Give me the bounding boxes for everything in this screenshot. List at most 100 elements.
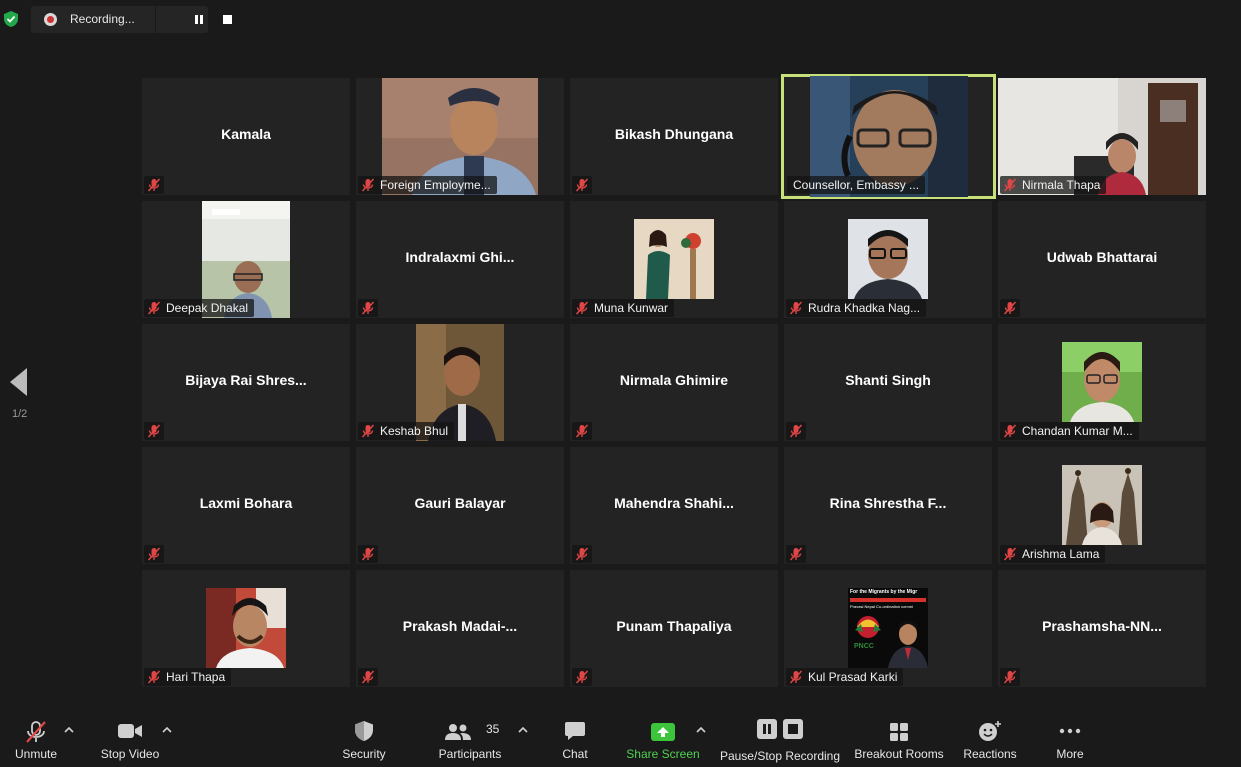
video-options-caret-icon[interactable] <box>161 724 173 736</box>
participant-tile[interactable]: Kamala <box>142 78 350 195</box>
mute-status <box>144 176 164 194</box>
participant-name: Prashamsha-NN... <box>1042 618 1162 634</box>
share-screen-button[interactable]: Share Screen <box>625 710 701 767</box>
participant-tile[interactable]: Punam Thapaliya <box>570 570 778 687</box>
more-label: More <box>1056 747 1084 761</box>
participant-tile[interactable]: Bikash Dhungana <box>570 78 778 195</box>
participants-button[interactable]: Participants <box>436 710 504 767</box>
participant-tile[interactable]: Nirmala Ghimire <box>570 324 778 441</box>
pause-recording-icon[interactable] <box>195 15 204 24</box>
nameplate: Chandan Kumar M... <box>1000 422 1139 440</box>
participant-name: Bikash Dhungana <box>614 126 734 142</box>
participant-name: Rudra Khadka Nag... <box>808 301 921 315</box>
participant-tile[interactable]: Hari Thapa <box>142 570 350 687</box>
muted-mic-icon <box>147 178 161 192</box>
participants-icon <box>444 724 471 740</box>
security-shield-icon <box>355 721 373 741</box>
muted-mic-icon <box>361 301 375 315</box>
stop-recording-icon[interactable] <box>223 15 232 24</box>
unmute-button[interactable]: Unmute <box>5 710 67 767</box>
breakout-rooms-button[interactable]: Breakout Rooms <box>852 710 946 767</box>
participant-tile[interactable]: Laxmi Bohara <box>142 447 350 564</box>
page-indicator: 1/2 <box>12 408 28 420</box>
participant-name: Kamala <box>221 126 271 142</box>
participant-tile[interactable]: Arishma Lama <box>998 447 1206 564</box>
pause-stop-icon <box>757 719 803 739</box>
nameplate: Counsellor, Embassy ... <box>787 176 926 194</box>
chat-button[interactable]: Chat <box>552 710 598 767</box>
participants-options-caret-icon[interactable] <box>517 724 529 736</box>
encryption-shield-icon[interactable] <box>3 10 19 28</box>
pause-stop-recording-button[interactable]: Pause/Stop Recording <box>717 710 843 767</box>
muted-mic-icon <box>789 424 803 438</box>
meeting-toolbar: Unmute Stop Video Security Participants … <box>0 710 1241 767</box>
muted-mic-icon <box>789 670 803 684</box>
share-screen-icon <box>651 723 675 741</box>
participant-tile[interactable]: Indralaxmi Ghi... <box>356 201 564 318</box>
reactions-button[interactable]: Reactions <box>958 710 1022 767</box>
participant-name: Keshab Bhul <box>380 424 449 438</box>
poster-acronym: PNCC <box>854 643 874 650</box>
participant-photo <box>1062 465 1142 545</box>
mute-status <box>358 668 378 686</box>
participant-tile[interactable]: For the Migrants by the Migr Pravasi Nep… <box>784 570 992 687</box>
audio-options-caret-icon[interactable] <box>63 724 75 736</box>
reactions-label: Reactions <box>963 747 1017 761</box>
poster-headline-bar <box>850 598 926 602</box>
active-speaker-tile[interactable]: Counsellor, Embassy ... <box>781 74 996 199</box>
muted-mic-icon <box>361 547 375 561</box>
mute-status <box>572 668 592 686</box>
muted-mic-icon <box>147 670 161 684</box>
share-options-caret-icon[interactable] <box>695 724 707 736</box>
pause-stop-recording-label: Pause/Stop Recording <box>719 749 841 763</box>
participant-name: Laxmi Bohara <box>199 495 293 511</box>
participant-tile[interactable]: Mahendra Shahi... <box>570 447 778 564</box>
participant-name: Muna Kunwar <box>594 301 669 315</box>
recording-indicator: Recording... <box>31 6 232 33</box>
participant-photo <box>634 219 714 299</box>
participant-tile[interactable]: Rina Shrestha F... <box>784 447 992 564</box>
muted-mic-icon <box>361 178 375 192</box>
participant-tile[interactable]: Prashamsha-NN... <box>998 570 1206 687</box>
pncc-poster: For the Migrants by the Migr Pravasi Nep… <box>848 588 928 668</box>
participant-tile[interactable]: Chandan Kumar M... <box>998 324 1206 441</box>
participant-tile[interactable]: Udwab Bhattarai <box>998 201 1206 318</box>
participant-tile[interactable]: Muna Kunwar <box>570 201 778 318</box>
participant-count-badge: 35 <box>486 722 500 736</box>
breakout-rooms-grid-icon <box>890 723 908 741</box>
muted-mic-icon <box>147 547 161 561</box>
participant-tile[interactable]: Deepak Dhakal <box>142 201 350 318</box>
participant-name: Arishma Lama <box>1022 547 1100 561</box>
participant-tile[interactable]: Bijaya Rai Shres... <box>142 324 350 441</box>
participant-tile[interactable]: Nirmala Thapa <box>998 78 1206 195</box>
participant-tile[interactable]: Keshab Bhul <box>356 324 564 441</box>
participant-name: Foreign Employme... <box>380 178 491 192</box>
participant-tile[interactable]: Shanti Singh <box>784 324 992 441</box>
zoom-meeting-window: Recording... 1/2 Kamala Foreign Employme… <box>0 0 1241 767</box>
security-button[interactable]: Security <box>335 710 393 767</box>
muted-mic-icon <box>147 424 161 438</box>
participant-name: Punam Thapaliya <box>616 618 732 634</box>
chat-bubble-icon <box>565 722 585 740</box>
participant-tile[interactable]: Gauri Balayar <box>356 447 564 564</box>
share-screen-label: Share Screen <box>626 747 700 761</box>
participant-name: Rina Shrestha F... <box>829 495 947 511</box>
chat-label: Chat <box>562 747 588 761</box>
participant-tile[interactable]: Prakash Madai-... <box>356 570 564 687</box>
poster-person-photo <box>888 621 928 668</box>
more-button[interactable]: More <box>1045 710 1095 767</box>
participant-name: Deepak Dhakal <box>166 301 249 315</box>
mute-status <box>358 545 378 563</box>
stop-video-button[interactable]: Stop Video <box>95 710 165 767</box>
security-label: Security <box>342 747 386 761</box>
nameplate: Foreign Employme... <box>358 176 497 194</box>
muted-mic-icon <box>575 670 589 684</box>
participant-tile[interactable]: Rudra Khadka Nag... <box>784 201 992 318</box>
participant-photo <box>1062 342 1142 422</box>
muted-mic-icon <box>575 547 589 561</box>
participant-tile[interactable]: Foreign Employme... <box>356 78 564 195</box>
participant-name: Hari Thapa <box>166 670 226 684</box>
participant-name: Indralaxmi Ghi... <box>405 249 515 265</box>
reactions-smiley-icon <box>979 721 1001 741</box>
previous-page-arrow-icon[interactable] <box>10 368 27 396</box>
